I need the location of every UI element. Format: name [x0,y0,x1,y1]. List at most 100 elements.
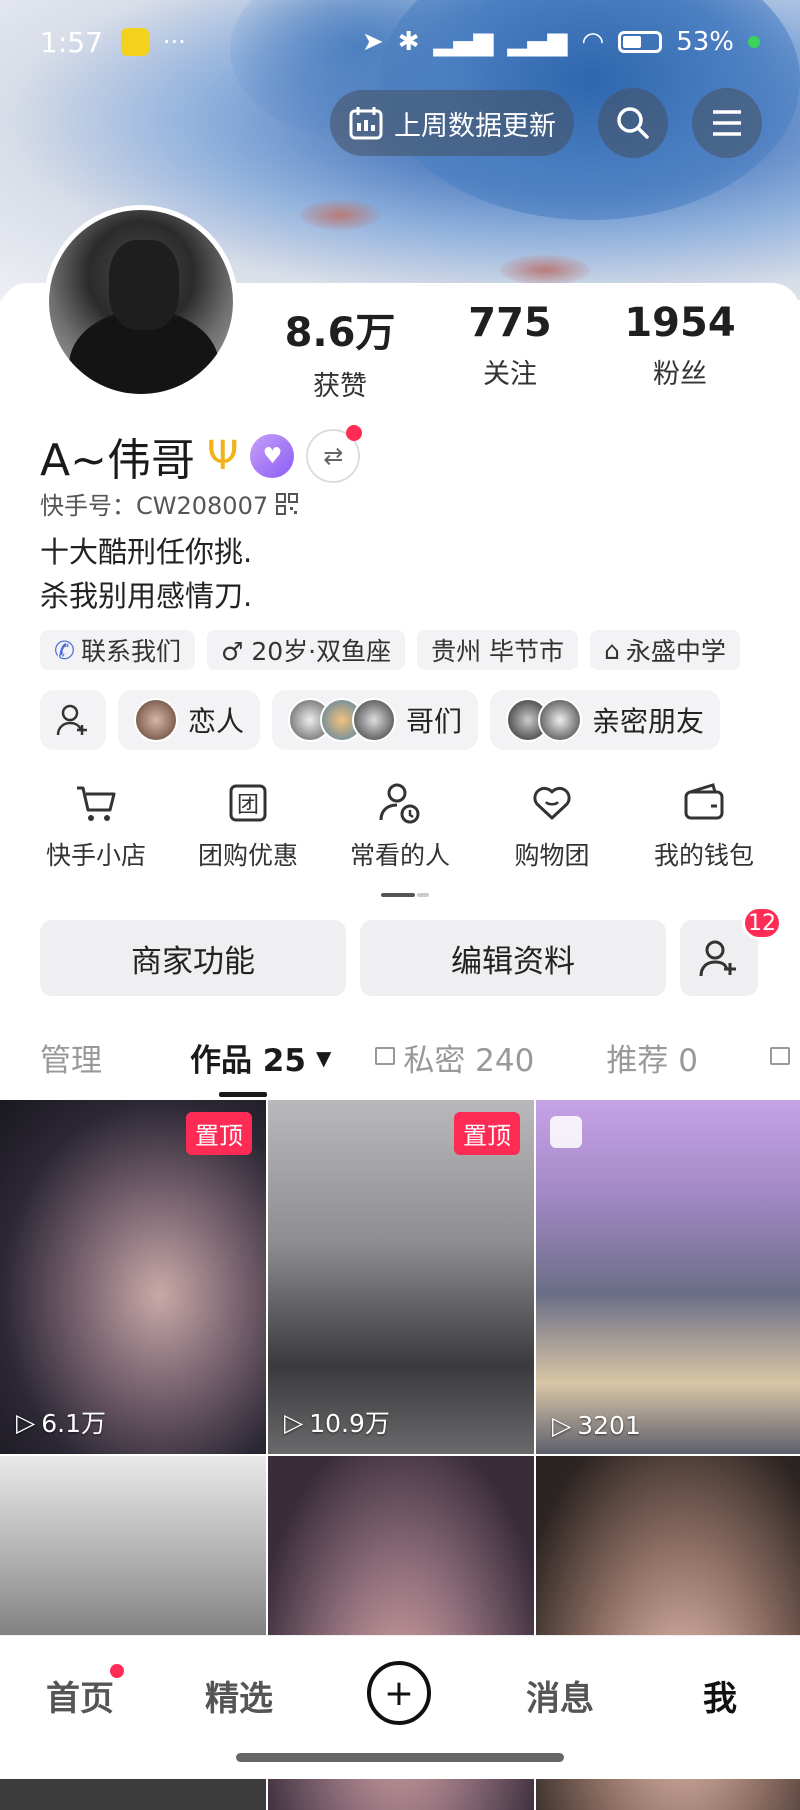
video-thumbnail[interactable]: ▷ 3201 [536,1100,800,1454]
swap-icon: ⇄ [323,442,344,470]
relationships-row: 恋人 哥们 亲密朋友 [40,690,721,750]
tab-private[interactable]: 私密 240 [403,1035,534,1080]
qr-code-icon [276,492,299,515]
phone-icon: ✆ [54,635,75,665]
more-notifications-icon: ··· [162,28,186,56]
search-button[interactable] [598,88,668,158]
svg-text:团: 团 [237,793,259,818]
stat-followers[interactable]: 1954 粉丝 [610,300,750,391]
merchant-label: 商家功能 [131,943,255,980]
chip-label: 贵州 毕节市 [431,637,565,666]
view-count: ▷ 10.9万 [284,1404,390,1440]
stat-likes[interactable]: 8.6万 获赞 [270,300,410,403]
add-relation-button[interactable] [40,690,106,750]
chip-school[interactable]: ⌂ 永盛中学 [590,630,740,670]
level-badge-icon[interactable]: ♥ [250,434,295,478]
trident-icon: Ψ [206,433,239,479]
notification-dot [110,1664,124,1678]
merchant-button[interactable]: 商家功能 [40,920,346,996]
stat-following[interactable]: 775 关注 [440,300,580,391]
tools-page-indicator [381,893,415,897]
avatar [352,698,397,742]
app-notification-icon [120,28,149,56]
play-icon: ▷ [552,1411,572,1440]
friend-request-count-badge: 12 [742,906,782,940]
frequent-people-icon [379,783,420,824]
kuaishou-id-row[interactable]: 快手号：CW208007 [40,486,299,521]
relation-buddies[interactable]: 哥们 [272,690,479,750]
menu-button[interactable] [692,88,762,158]
nav-home[interactable]: 首页 [46,1671,114,1720]
add-person-icon [56,704,87,736]
image-post-icon [550,1116,582,1148]
create-button[interactable]: + [367,1661,431,1725]
active-tab-underline [219,1092,267,1097]
tab-manage[interactable]: 管理 [40,1035,102,1080]
video-thumbnail[interactable]: 置顶 ▷ 6.1万 [0,1100,266,1454]
view-count-value: 10.9万 [309,1409,390,1438]
avatar[interactable] [44,205,238,399]
relation-close-friends[interactable]: 亲密朋友 [490,690,721,750]
calendar-icon [349,107,383,140]
stat-likes-label: 获赞 [313,371,367,402]
tool-frequent-people[interactable]: 常看的人 [330,780,470,872]
bio-line: 十大酷刑任你挑. [40,535,253,569]
nav-featured[interactable]: 精选 [205,1671,273,1720]
add-friend-icon [699,940,736,977]
signal-icon: ▂▄▆ [433,27,494,57]
relation-label: 恋人 [188,705,245,738]
heart-bag-icon [533,786,571,820]
tool-group-buy[interactable]: 团 团购优惠 [178,780,318,872]
chip-contact[interactable]: ✆ 联系我们 [40,630,195,670]
tool-wallet[interactable]: 我的钱包 [634,780,774,872]
switch-account-button[interactable]: ⇄ [306,425,363,483]
nav-messages[interactable]: 消息 [526,1671,594,1720]
view-count-value: 6.1万 [41,1409,106,1438]
tool-label: 常看的人 [349,841,450,870]
tool-shop[interactable]: 快手小店 [26,780,166,872]
stat-likes-value: 8.6万 [284,310,396,356]
relation-label: 哥们 [406,705,463,738]
play-icon: ▷ [284,1407,304,1437]
tool-label: 购物团 [514,841,590,870]
nav-me[interactable]: 我 [703,1671,737,1720]
group-buy-icon: 团 [229,784,267,822]
pinned-badge: 置顶 [186,1112,252,1155]
dropdown-caret-icon[interactable]: ▼ [316,1046,331,1070]
avatar [538,698,583,742]
tab-recommend[interactable]: 推荐 0 [606,1035,698,1080]
bio: 十大酷刑任你挑. 杀我别用感情刀. [40,530,252,618]
play-icon: ▷ [16,1407,36,1437]
view-count-value: 3201 [577,1411,641,1440]
video-thumbnail[interactable]: 置顶 ▷ 10.9万 [268,1100,534,1454]
cart-icon [77,786,116,821]
tools-page-indicator-inactive [417,893,429,897]
avatar [134,698,178,742]
plus-icon: + [383,1672,415,1714]
chip-label: 永盛中学 [625,637,726,666]
action-buttons: 商家功能 编辑资料 12 [40,906,782,996]
tool-label: 快手小店 [45,841,146,870]
status-time: 1:57 [40,25,103,59]
relation-lover[interactable]: 恋人 [118,690,261,750]
view-count: ▷ 6.1万 [16,1404,106,1440]
edit-profile-label: 编辑资料 [451,943,575,980]
search-icon [617,107,649,139]
edit-profile-button[interactable]: 编辑资料 [360,920,666,996]
tool-label: 团购优惠 [197,841,298,870]
bluetooth-icon: ✱ [397,27,420,57]
bio-line: 杀我别用感情刀. [40,579,253,613]
relation-label: 亲密朋友 [592,705,705,738]
weekly-data-label: 上周数据更新 [394,110,556,142]
wifi-icon: ◠ [581,27,605,57]
kuaishou-id: 快手号：CW208007 [40,492,269,520]
pinned-badge: 置顶 [454,1112,520,1155]
tool-shopping-group[interactable]: 购物团 [482,780,622,872]
chip-location: 贵州 毕节市 [417,630,579,670]
add-friend-button[interactable]: 12 [680,906,782,996]
tab-works[interactable]: 作品 25 [190,1035,306,1080]
location-icon: ➤ [361,27,384,57]
bottom-nav: 首页 精选 + 消息 我 [0,1635,800,1779]
weekly-data-button[interactable]: 上周数据更新 [330,90,574,156]
lock-icon [375,1046,396,1065]
